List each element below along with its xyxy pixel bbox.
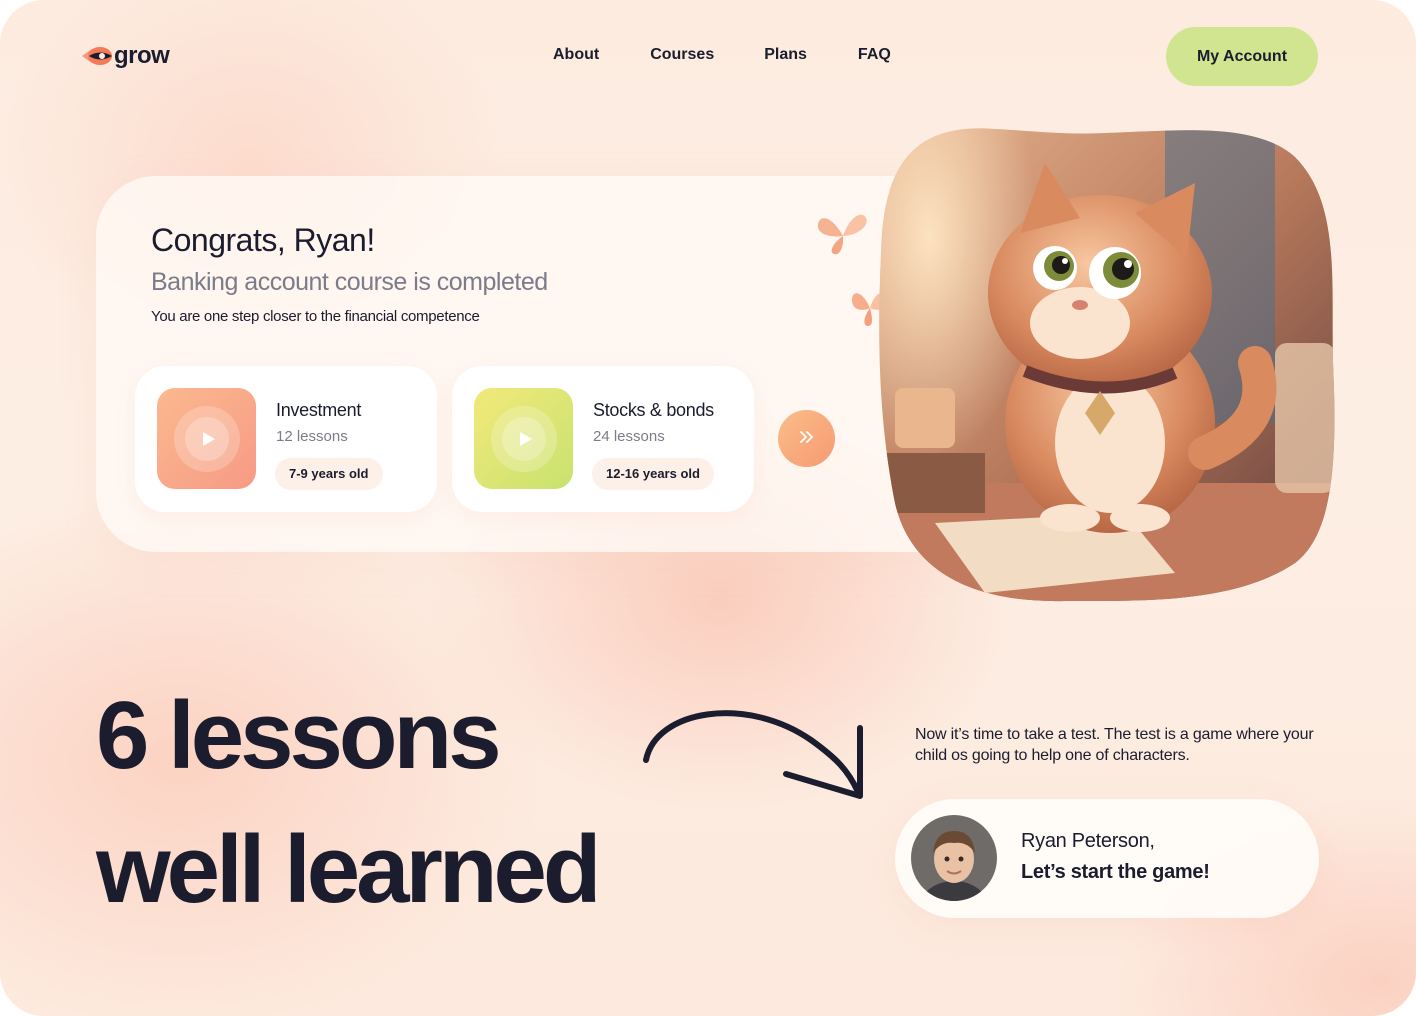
nav-item-faq[interactable]: FAQ: [858, 46, 891, 64]
cat-illustration: [879, 128, 1335, 602]
course-completed-text: Banking account course is completed: [151, 268, 548, 296]
headline-line-1: 6 lessons: [96, 682, 502, 789]
test-instructions: Now it’s time to take a test. The test i…: [915, 726, 1314, 764]
page-frame: grow About Courses Plans FAQ My Account …: [0, 0, 1416, 1016]
play-icon: [519, 431, 532, 446]
course-title: Investment: [276, 400, 362, 420]
course-thumbnail[interactable]: [157, 388, 256, 489]
course-title: Stocks & bonds: [593, 400, 714, 420]
avatar: [911, 815, 997, 901]
start-game-text: Let’s start the game!: [1021, 861, 1210, 883]
age-badge: 12-16 years old: [592, 458, 714, 490]
headline-line-2: well learned: [96, 816, 602, 923]
rocket-fish-icon: [80, 40, 116, 72]
logo-text: grow: [114, 42, 170, 69]
player-name: Ryan Peterson,: [1021, 830, 1155, 852]
congrats-heading: Congrats, Ryan!: [151, 222, 375, 258]
course-lesson-count: 24 lessons: [593, 428, 665, 445]
logo[interactable]: grow: [80, 40, 170, 72]
my-account-button[interactable]: My Account: [1166, 27, 1318, 86]
nav-item-courses[interactable]: Courses: [650, 46, 714, 64]
main-nav: About Courses Plans FAQ: [553, 46, 891, 64]
next-courses-button[interactable]: [778, 410, 835, 467]
nav-item-plans[interactable]: Plans: [764, 46, 807, 64]
tagline-text: You are one step closer to the financial…: [151, 308, 480, 325]
play-icon: [202, 431, 215, 446]
start-game-card[interactable]: Ryan Peterson, Let’s start the game!: [895, 799, 1319, 918]
course-thumbnail[interactable]: [474, 388, 573, 489]
nav-item-about[interactable]: About: [553, 46, 599, 64]
butterfly-illustration: [817, 214, 867, 255]
course-card-investment[interactable]: Investment 12 lessons 7-9 years old: [135, 366, 437, 512]
course-lesson-count: 12 lessons: [276, 428, 348, 445]
curved-arrow-icon: [643, 710, 863, 799]
age-badge: 7-9 years old: [275, 458, 383, 490]
course-card-stocks-bonds[interactable]: Stocks & bonds 24 lessons 12-16 years ol…: [452, 366, 754, 512]
double-chevron-right-icon: [799, 431, 813, 443]
